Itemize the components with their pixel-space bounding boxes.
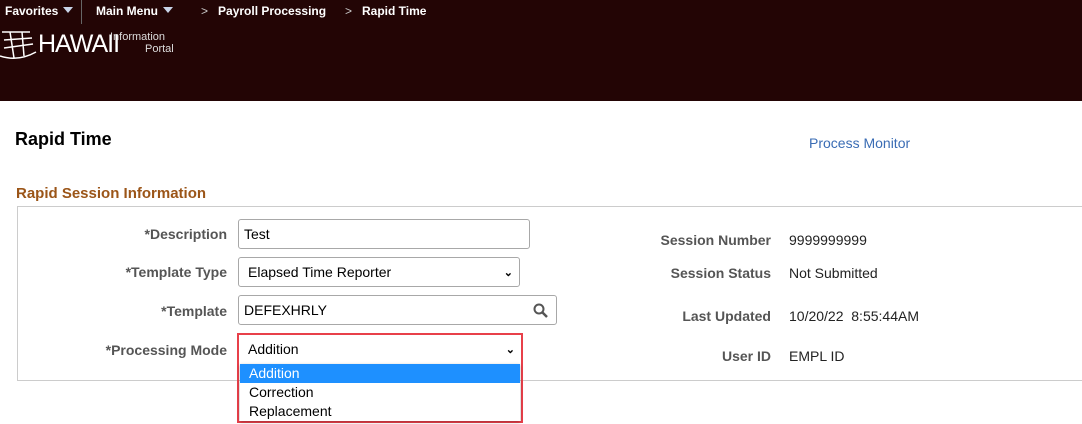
template-value: DEFEXHRLY: [244, 302, 327, 318]
last-updated-label: Last Updated: [682, 308, 771, 324]
option-replacement[interactable]: Replacement: [240, 402, 520, 421]
user-id-value: EMPL ID: [789, 348, 845, 364]
processing-mode-label: *Processing Mode: [105, 342, 227, 358]
template-input[interactable]: DEFEXHRLY: [238, 295, 557, 325]
session-status-value: Not Submitted: [789, 265, 878, 281]
chevron-down-icon: ⌄: [505, 343, 515, 356]
header-bar: Favorites Main Menu > Payroll Processing …: [0, 0, 1082, 101]
main-menu-label: Main Menu: [96, 4, 158, 18]
logo-sub: Information: [110, 31, 166, 43]
template-type-select[interactable]: Elapsed Time Reporter ⌄: [238, 257, 520, 287]
template-type-label: *Template Type: [125, 264, 227, 280]
breadcrumb-rapid-time[interactable]: > Rapid Time: [345, 4, 426, 18]
description-input[interactable]: Test: [238, 219, 530, 249]
session-status-label: Session Status: [670, 265, 771, 281]
section-title: Rapid Session Information: [16, 185, 207, 202]
breadcrumb-label: Payroll Processing: [218, 4, 327, 18]
main-menu[interactable]: Main Menu: [96, 4, 173, 18]
processing-mode-select[interactable]: Addition ⌄: [239, 335, 521, 363]
processing-mode-highlight: Addition ⌄ Addition Correction Replacemen…: [237, 333, 523, 423]
process-monitor-link[interactable]: Process Monitor: [809, 135, 910, 151]
favorites-label: Favorites: [5, 4, 59, 18]
option-addition[interactable]: Addition: [240, 364, 520, 383]
page-title: Rapid Time: [15, 129, 112, 149]
processing-mode-options: Addition Correction Replacement: [240, 364, 520, 421]
favorites-menu[interactable]: Favorites: [5, 4, 74, 18]
search-icon[interactable]: [533, 303, 548, 318]
template-type-value: Elapsed Time Reporter: [248, 264, 392, 280]
description-label: *Description: [144, 226, 227, 242]
user-id-label: User ID: [721, 348, 771, 364]
chevron-right-icon: >: [345, 4, 353, 18]
chevron-right-icon: >: [201, 4, 209, 18]
divider: [81, 0, 82, 24]
template-label: *Template: [161, 303, 227, 319]
option-correction[interactable]: Correction: [240, 383, 520, 402]
chevron-down-icon: ⌄: [503, 266, 513, 279]
last-updated-value: 10/20/22 8:55:44AM: [789, 308, 919, 324]
breadcrumb-label: Rapid Time: [362, 4, 427, 18]
breadcrumb-payroll[interactable]: > Payroll Processing: [201, 4, 326, 18]
canoe-sail-icon: [0, 31, 37, 59]
caret-down-icon: [63, 7, 74, 13]
processing-mode-value: Addition: [248, 341, 299, 357]
session-number-value: 9999999999: [789, 232, 867, 248]
caret-down-icon: [163, 7, 173, 13]
logo-text: HAWAII: [38, 30, 120, 58]
logo-sub: Portal: [145, 43, 174, 55]
session-number-label: Session Number: [660, 232, 771, 248]
